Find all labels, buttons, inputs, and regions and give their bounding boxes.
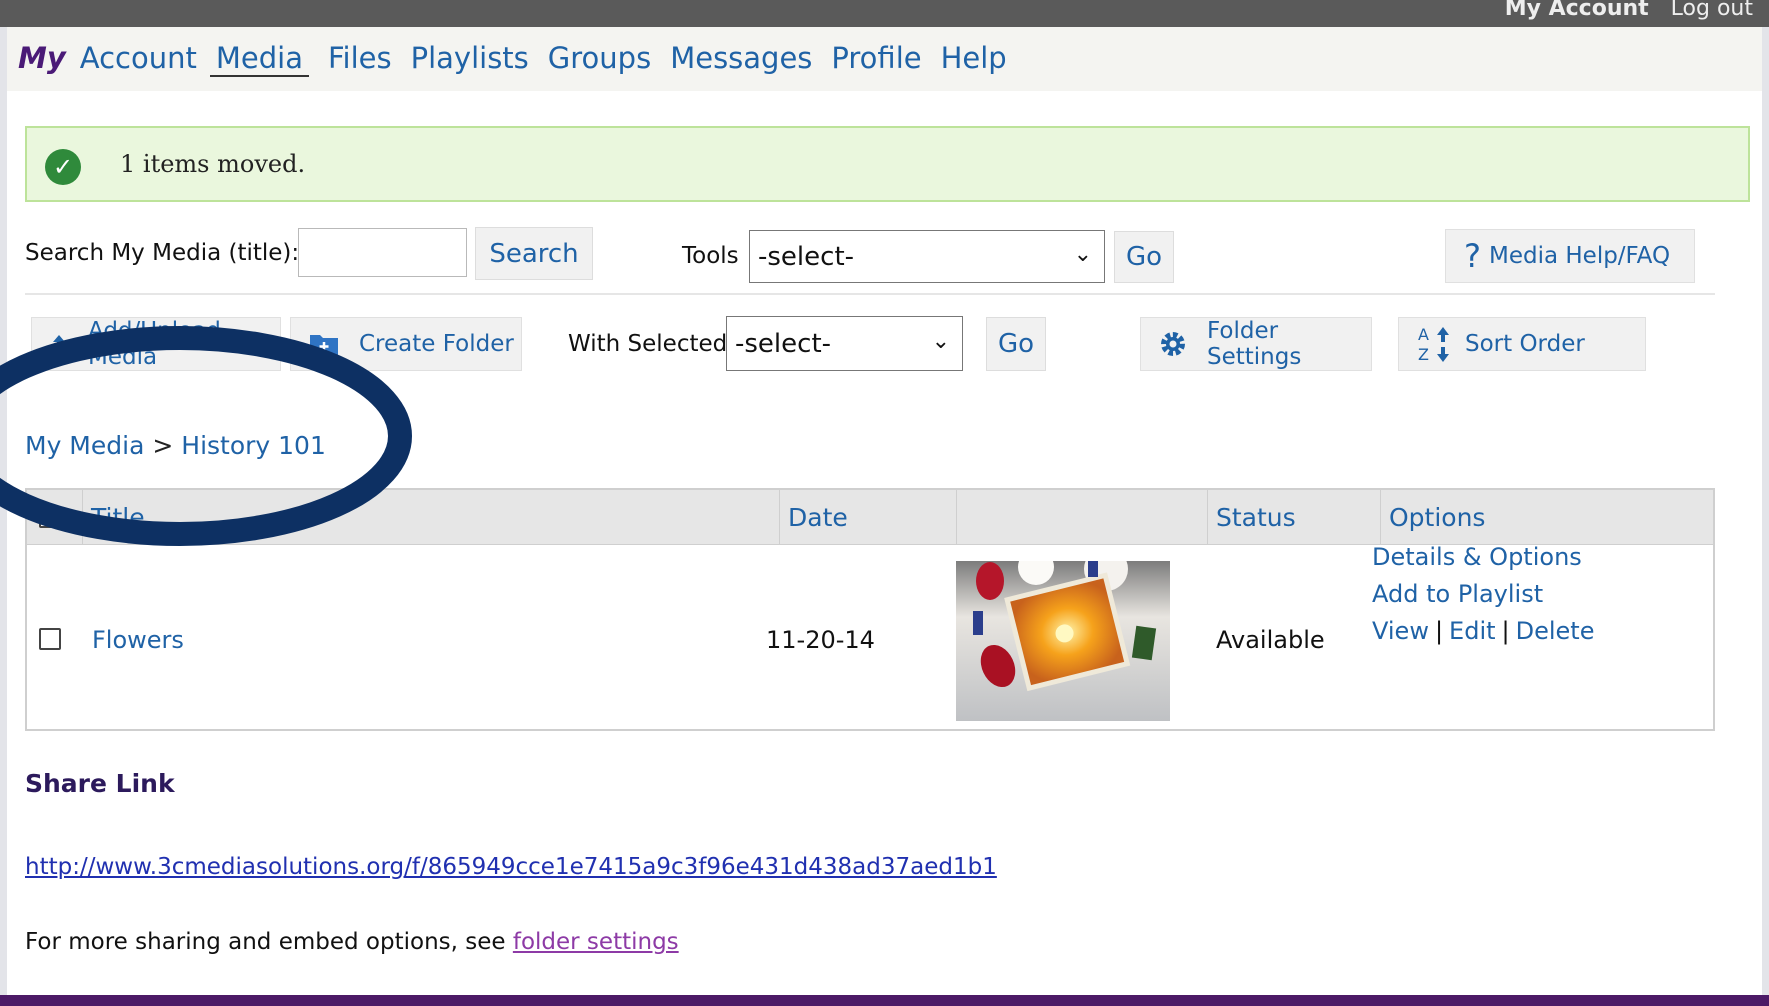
sort-az-icon: AZ [1417,324,1455,364]
delete-link[interactable]: Delete [1516,617,1595,645]
header-title[interactable]: Title [83,490,780,545]
my-account-link[interactable]: My Account [1505,0,1649,21]
account-links: My Account Log out [1505,0,1753,27]
nav-media[interactable]: Media [209,41,309,77]
tools-label: Tools [682,243,739,269]
folder-settings-button[interactable]: Folder Settings [1140,317,1372,371]
sort-order-button[interactable]: AZ Sort Order [1398,317,1646,371]
notice-message: 1 items moved. [120,150,306,178]
row-status: Available [1216,626,1325,654]
breadcrumb-root[interactable]: My Media [25,431,144,460]
nav-help[interactable]: Help [941,41,1007,75]
search-input[interactable] [298,228,467,277]
chevron-down-icon: ⌄ [1073,241,1092,267]
media-help-button[interactable]: ? Media Help/FAQ [1445,229,1695,283]
nav-prefix: My [18,41,66,75]
nav-groups[interactable]: Groups [548,41,651,75]
media-thumbnail[interactable] [956,561,1170,721]
gear-icon [1159,330,1187,358]
question-icon: ? [1464,237,1481,275]
footer-bar [0,995,1769,1006]
tools-go-button[interactable]: Go [1114,231,1174,283]
view-link[interactable]: View [1372,617,1429,645]
row-title-link[interactable]: Flowers [92,626,184,654]
more-sharing-label: For more sharing and embed options, see [25,929,513,955]
with-selected-select[interactable]: -select- ⌄ [726,316,963,371]
create-folder-label: Create Folder [359,331,514,357]
breadcrumb: My Media > History 101 [25,431,326,460]
details-options-link[interactable]: Details & Options [1372,543,1582,571]
nav-profile[interactable]: Profile [831,41,921,75]
with-selected-value: -select- [735,328,832,359]
folder-settings-link[interactable]: folder settings [513,929,679,955]
header-status[interactable]: Status [1208,490,1381,545]
options-divider: | [1501,617,1510,645]
search-label: Search My Media (title): [25,240,300,266]
options-divider: | [1434,617,1444,645]
media-table: Title Date Status Options Flowers 11-20-… [25,488,1715,731]
row-options: Details & Options Add to Playlist View | E… [1372,539,1594,650]
nav-messages[interactable]: Messages [670,41,812,75]
folder-plus-icon [309,332,339,356]
upload-icon [50,333,68,355]
add-upload-label: Add/Upload Media [88,318,221,370]
breadcrumb-current[interactable]: History 101 [181,431,326,460]
with-selected-label: With Selected [568,331,728,357]
header-select-cell [27,490,83,545]
svg-text:A: A [1418,325,1429,344]
with-selected-go-button[interactable]: Go [986,317,1046,371]
page-content: My Account Media Files Playlists Groups … [7,27,1762,995]
chevron-down-icon: ⌄ [931,328,950,354]
main-nav: My Account Media Files Playlists Groups … [7,27,1762,91]
check-circle-icon: ✓ [45,149,81,185]
row-checkbox[interactable] [39,628,61,650]
logout-link[interactable]: Log out [1671,0,1753,21]
browser-frame: My Account Log out My Account Media Files… [0,0,1769,1006]
svg-text:Z: Z [1418,345,1429,364]
create-folder-button[interactable]: Create Folder [290,317,522,371]
tools-select-value: -select- [758,241,855,272]
share-link-heading: Share Link [25,769,175,798]
folder-settings-label: Folder Settings [1207,318,1302,370]
tools-select[interactable]: -select- ⌄ [749,230,1105,283]
share-url-link[interactable]: http://www.3cmediasolutions.org/f/865949… [25,854,997,880]
header-date[interactable]: Date [780,490,957,545]
divider [25,293,1715,295]
add-upload-media-button[interactable]: Add/Upload Media [31,317,281,371]
header-thumbnail [957,490,1208,545]
nav-account[interactable]: Account [80,41,197,75]
add-to-playlist-link[interactable]: Add to Playlist [1372,580,1543,608]
nav-playlists[interactable]: Playlists [411,41,529,75]
edit-link[interactable]: Edit [1449,617,1495,645]
success-notice: ✓ 1 items moved. [25,126,1750,202]
select-all-checkbox[interactable] [39,506,61,528]
header-options: Options [1389,503,1486,532]
more-sharing-text: For more sharing and embed options, see … [25,929,679,955]
media-help-label: Media Help/FAQ [1488,243,1671,269]
search-button[interactable]: Search [475,227,593,280]
row-date: 11-20-14 [766,626,875,654]
top-bar: My Account Log out [0,0,1769,27]
nav-files[interactable]: Files [328,41,392,75]
table-header: Title Date Status Options [27,490,1713,545]
sort-order-label: Sort Order [1465,331,1585,357]
breadcrumb-separator: > [152,431,174,460]
